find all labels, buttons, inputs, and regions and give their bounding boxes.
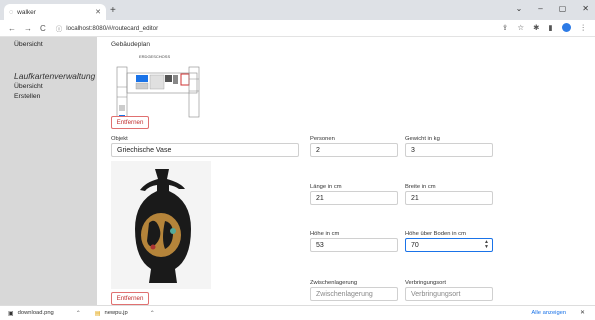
- show-all-downloads-link[interactable]: Alle anzeigen: [531, 310, 566, 316]
- address-bar[interactable]: ⓘ localhost:8080/#/routecard_editor: [56, 23, 159, 34]
- maximize-icon[interactable]: ▢: [559, 4, 567, 13]
- minimize-icon[interactable]: –: [538, 4, 542, 13]
- verbringungsort-label: Verbringungsort: [405, 280, 446, 286]
- browser-toolbar: ← → C ⓘ localhost:8080/#/routecard_edito…: [0, 20, 595, 37]
- sidebar-item-overview-top[interactable]: Übersicht: [14, 41, 43, 48]
- page-favicon-icon: ◌: [9, 8, 14, 16]
- object-photo: [111, 161, 211, 289]
- window-controls: ⌄ – ▢ ✕: [516, 4, 589, 13]
- close-window-icon[interactable]: ✕: [582, 4, 589, 13]
- floorplan-label: Gebäudeplan: [111, 41, 151, 48]
- downloads-bar: ▣ download.png ⌃ ▤ newpu.jp ⌃ Alle anzei…: [0, 305, 595, 320]
- verbringungsort-input[interactable]: Verbringungsort: [405, 287, 493, 301]
- sidepanel-icon[interactable]: ▮: [548, 23, 552, 32]
- personen-label: Personen: [310, 136, 335, 142]
- sidebar-item-create[interactable]: Erstellen: [14, 93, 40, 100]
- new-tab-icon[interactable]: +: [110, 5, 116, 16]
- forward-icon[interactable]: →: [24, 24, 32, 33]
- remove-object-button[interactable]: Entfernen: [111, 292, 149, 305]
- download-filename: download.png: [17, 310, 54, 316]
- object-input[interactable]: Griechische Vase: [111, 143, 299, 157]
- hoehe-label: Höhe in cm: [310, 231, 340, 237]
- zwischenlagerung-input[interactable]: Zwischenlagerung: [310, 287, 398, 301]
- remove-floorplan-button[interactable]: Entfernen: [111, 116, 149, 129]
- breite-input[interactable]: 21: [405, 191, 493, 205]
- download-filename: newpu.jp: [104, 310, 128, 316]
- hoehe-input[interactable]: 53: [310, 238, 398, 252]
- number-stepper-icon[interactable]: ▲ ▼: [484, 240, 489, 250]
- sidebar: Übersicht Laufkartenverwaltung Übersicht…: [0, 37, 97, 305]
- site-info-icon[interactable]: ⓘ: [56, 23, 63, 33]
- tab-title: walker: [17, 8, 36, 16]
- image-file-icon: ▤: [94, 310, 101, 317]
- gewicht-label: Gewicht in kg: [405, 136, 440, 142]
- close-tab-icon[interactable]: ✕: [95, 8, 101, 16]
- url-text: localhost:8080/#/routecard_editor: [66, 24, 159, 32]
- hoehe-boden-input[interactable]: 70 ▲ ▼: [405, 238, 493, 252]
- chevron-up-icon[interactable]: ⌃: [76, 310, 81, 317]
- laenge-label: Länge in cm: [310, 184, 342, 190]
- breite-label: Breite in cm: [405, 184, 436, 190]
- reload-icon[interactable]: C: [40, 24, 46, 33]
- download-item[interactable]: ▣ download.png ⌃: [8, 310, 81, 317]
- tab-search-icon[interactable]: ⌄: [516, 4, 523, 13]
- floorplan-floor-label: ERDGESCHOSS: [139, 54, 170, 59]
- browser-window: ◌ walker ✕ + ⌄ – ▢ ✕ ← → C ⓘ localhost:8…: [0, 0, 595, 320]
- editor-form: Gebäudeplan ERDGESCHOSS Entfernen Objekt…: [97, 37, 595, 305]
- close-downloads-icon[interactable]: ✕: [580, 310, 585, 316]
- toolbar-actions: ⇪ ☆ ✱ ▮ ⋮: [502, 23, 587, 32]
- download-item[interactable]: ▤ newpu.jp ⌃: [95, 310, 155, 317]
- sidebar-item-overview[interactable]: Übersicht: [14, 83, 43, 90]
- gewicht-input[interactable]: 3: [405, 143, 493, 157]
- personen-input[interactable]: 2: [310, 143, 398, 157]
- tab-strip: ◌ walker ✕ + ⌄ – ▢ ✕: [0, 0, 595, 20]
- hoehe-boden-value: 70: [411, 241, 419, 249]
- bookmark-star-icon[interactable]: ☆: [517, 23, 524, 32]
- zwischenlagerung-label: Zwischenlagerung: [310, 280, 358, 286]
- object-label: Objekt: [111, 136, 128, 142]
- menu-icon[interactable]: ⋮: [580, 23, 588, 32]
- back-icon[interactable]: ←: [8, 24, 16, 33]
- laenge-input[interactable]: 21: [310, 191, 398, 205]
- share-icon[interactable]: ⇪: [502, 23, 508, 32]
- extensions-icon[interactable]: ✱: [533, 23, 539, 32]
- hoehe-boden-label: Höhe über Boden in cm: [405, 231, 466, 237]
- downloads-actions: Alle anzeigen ✕: [531, 310, 585, 316]
- profile-avatar-icon[interactable]: [561, 23, 571, 32]
- browser-tab[interactable]: ◌ walker ✕: [4, 4, 106, 20]
- file-icon: ▣: [8, 310, 14, 317]
- chevron-up-icon[interactable]: ⌃: [150, 310, 155, 317]
- sidebar-section-title: Laufkartenverwaltung: [14, 71, 96, 81]
